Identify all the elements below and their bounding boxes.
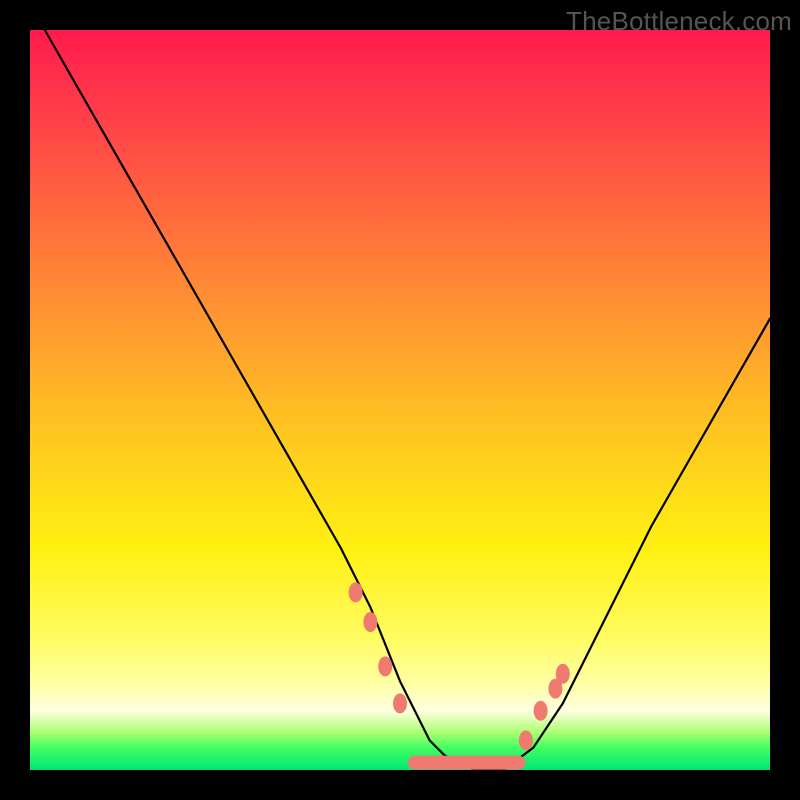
marker-dot <box>378 656 392 676</box>
chart-frame: TheBottleneck.com <box>0 0 800 800</box>
marker-dot <box>534 701 548 721</box>
marker-dot <box>349 582 363 602</box>
curve-markers <box>349 582 570 750</box>
bottleneck-curve-layer <box>30 30 770 770</box>
watermark-text: TheBottleneck.com <box>566 6 792 37</box>
marker-dot <box>393 693 407 713</box>
marker-dot <box>363 612 377 632</box>
bottleneck-curve <box>45 30 770 770</box>
marker-dot <box>556 664 570 684</box>
plot-area <box>30 30 770 770</box>
marker-dot <box>519 730 533 750</box>
